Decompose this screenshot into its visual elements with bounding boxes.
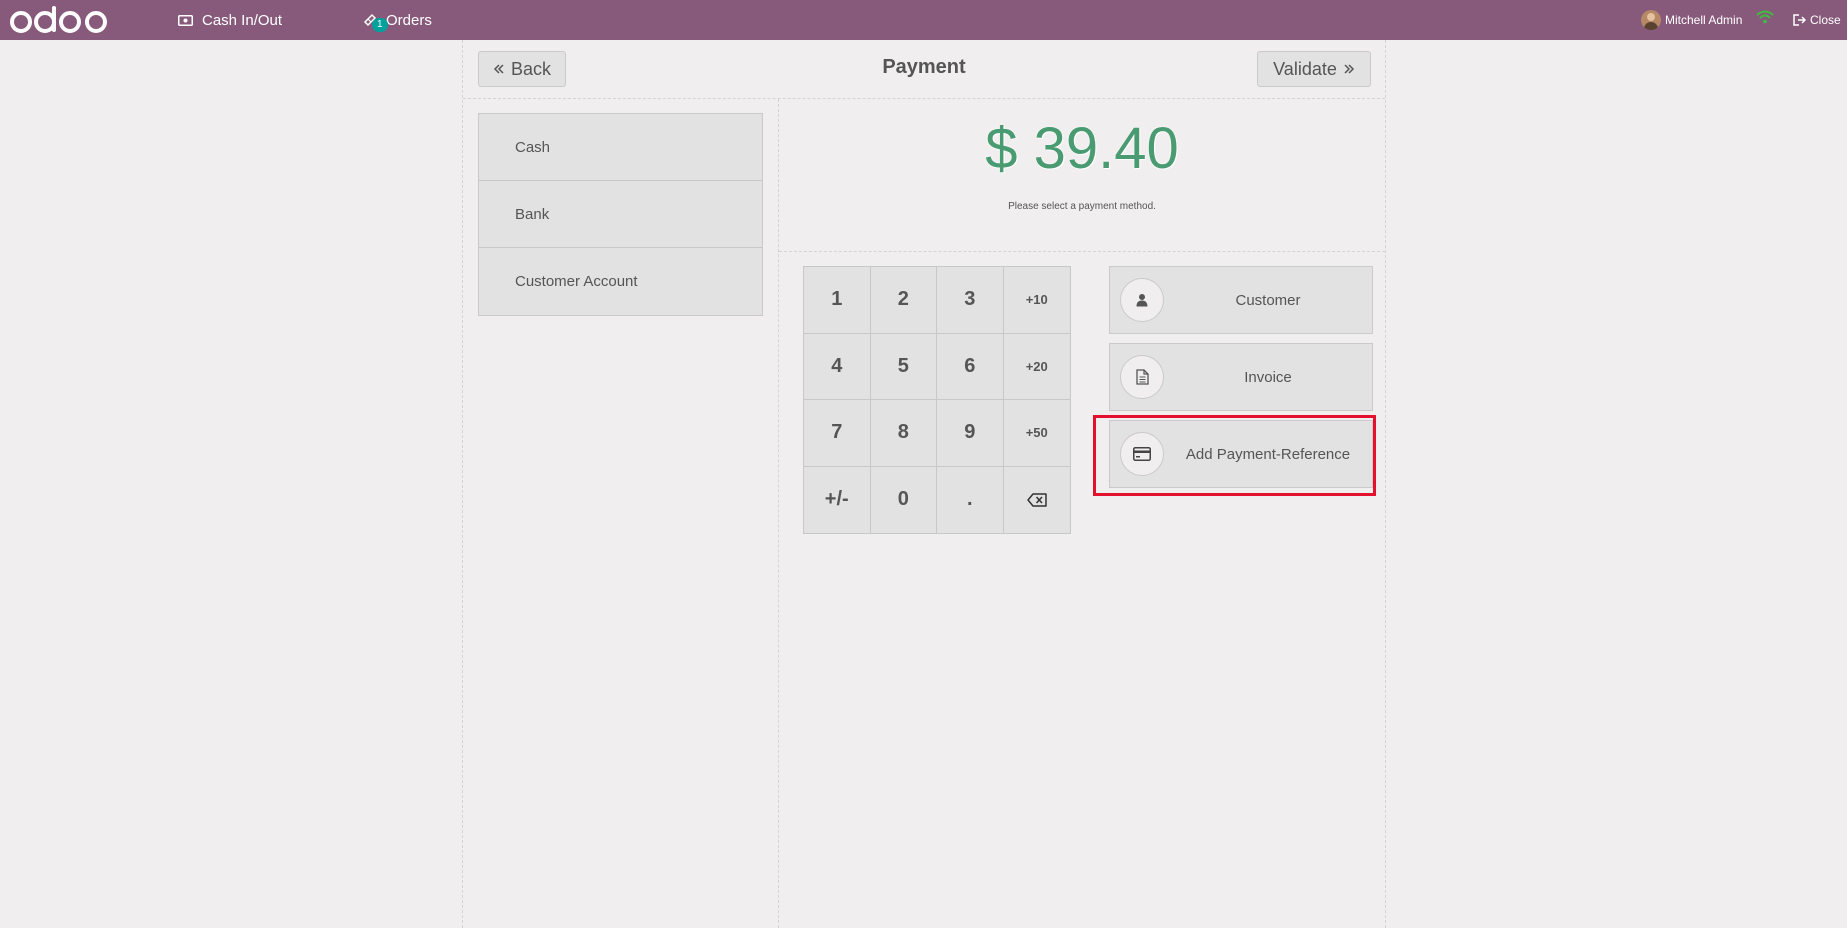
numpad-key-9[interactable]: 9 xyxy=(937,400,1004,467)
invoice-label: Invoice xyxy=(1244,368,1292,386)
add-payment-reference-button[interactable]: Add Payment-Reference xyxy=(1109,420,1373,488)
numpad-key-decimal[interactable]: . xyxy=(937,466,1004,533)
credit-card-icon xyxy=(1120,432,1164,476)
payment-screen: Back Payment Validate Cash Bank Customer… xyxy=(462,40,1386,928)
payment-methods-list: Cash Bank Customer Account xyxy=(478,113,763,316)
money-icon xyxy=(178,14,193,26)
numpad: 1 2 3 +10 4 5 6 +20 7 8 9 +50 +/- 0 . xyxy=(803,266,1071,534)
numpad-key-0[interactable]: 0 xyxy=(871,466,937,533)
numpad-key-7[interactable]: 7 xyxy=(804,400,871,467)
numpad-key-8[interactable]: 8 xyxy=(870,400,937,467)
payment-method-customer-account[interactable]: Customer Account xyxy=(479,248,762,315)
customer-label: Customer xyxy=(1235,291,1301,309)
validate-button[interactable]: Validate xyxy=(1257,51,1371,87)
numpad-key-sign[interactable]: +/- xyxy=(804,466,871,533)
numpad-key-plus-10[interactable]: +10 xyxy=(1003,267,1070,334)
invoice-button[interactable]: Invoice xyxy=(1109,343,1373,411)
payment-status: $ 39.40 Please select a payment method. xyxy=(779,99,1385,252)
numpad-key-1[interactable]: 1 xyxy=(804,267,871,334)
wifi-icon[interactable] xyxy=(1756,10,1774,24)
page-title: Payment xyxy=(882,56,966,78)
ticket-icon: 1 xyxy=(363,13,388,32)
cash-in-out-label: Cash In/Out xyxy=(202,11,283,29)
orders-count-badge: 1 xyxy=(372,18,388,32)
cash-in-out-button[interactable]: Cash In/Out xyxy=(178,0,282,40)
sign-out-icon xyxy=(1793,14,1806,26)
avatar xyxy=(1641,10,1661,30)
payment-method-bank[interactable]: Bank xyxy=(479,181,762,248)
file-icon xyxy=(1120,355,1164,399)
double-chevron-right-icon xyxy=(1343,63,1355,75)
numpad-key-3[interactable]: 3 xyxy=(937,267,1004,334)
numpad-key-5[interactable]: 5 xyxy=(870,333,937,400)
odoo-logo[interactable] xyxy=(10,4,110,36)
payment-right-panel: $ 39.40 Please select a payment method. … xyxy=(778,99,1385,928)
close-label: Close xyxy=(1810,13,1841,27)
numpad-key-2[interactable]: 2 xyxy=(870,267,937,334)
numpad-key-4[interactable]: 4 xyxy=(804,333,871,400)
backspace-icon xyxy=(1027,493,1047,507)
payment-actions: Customer Invoice Add Payment-Reference xyxy=(1109,266,1373,497)
close-button[interactable]: Close xyxy=(1793,0,1841,40)
payment-method-cash[interactable]: Cash xyxy=(479,114,762,181)
top-navbar: Cash In/Out 1 Orders Mitchell Admin Clos… xyxy=(0,0,1847,40)
validate-label: Validate xyxy=(1273,58,1337,79)
numpad-key-plus-20[interactable]: +20 xyxy=(1003,334,1070,400)
user-menu[interactable]: Mitchell Admin xyxy=(1641,0,1742,40)
orders-button[interactable]: 1 Orders xyxy=(363,0,432,40)
add-payment-reference-label: Add Payment-Reference xyxy=(1185,445,1351,463)
numpad-key-backspace[interactable] xyxy=(1004,467,1071,534)
numpad-key-plus-50[interactable]: +50 xyxy=(1003,400,1070,467)
customer-button[interactable]: Customer xyxy=(1109,266,1373,334)
payment-header: Back Payment Validate xyxy=(463,40,1385,99)
user-icon xyxy=(1120,278,1164,322)
orders-label: Orders xyxy=(386,11,432,29)
numpad-key-6[interactable]: 6 xyxy=(937,333,1004,400)
total-due: $ 39.40 xyxy=(985,116,1179,181)
user-name: Mitchell Admin xyxy=(1665,13,1743,27)
payment-hint: Please select a payment method. xyxy=(1008,201,1156,212)
